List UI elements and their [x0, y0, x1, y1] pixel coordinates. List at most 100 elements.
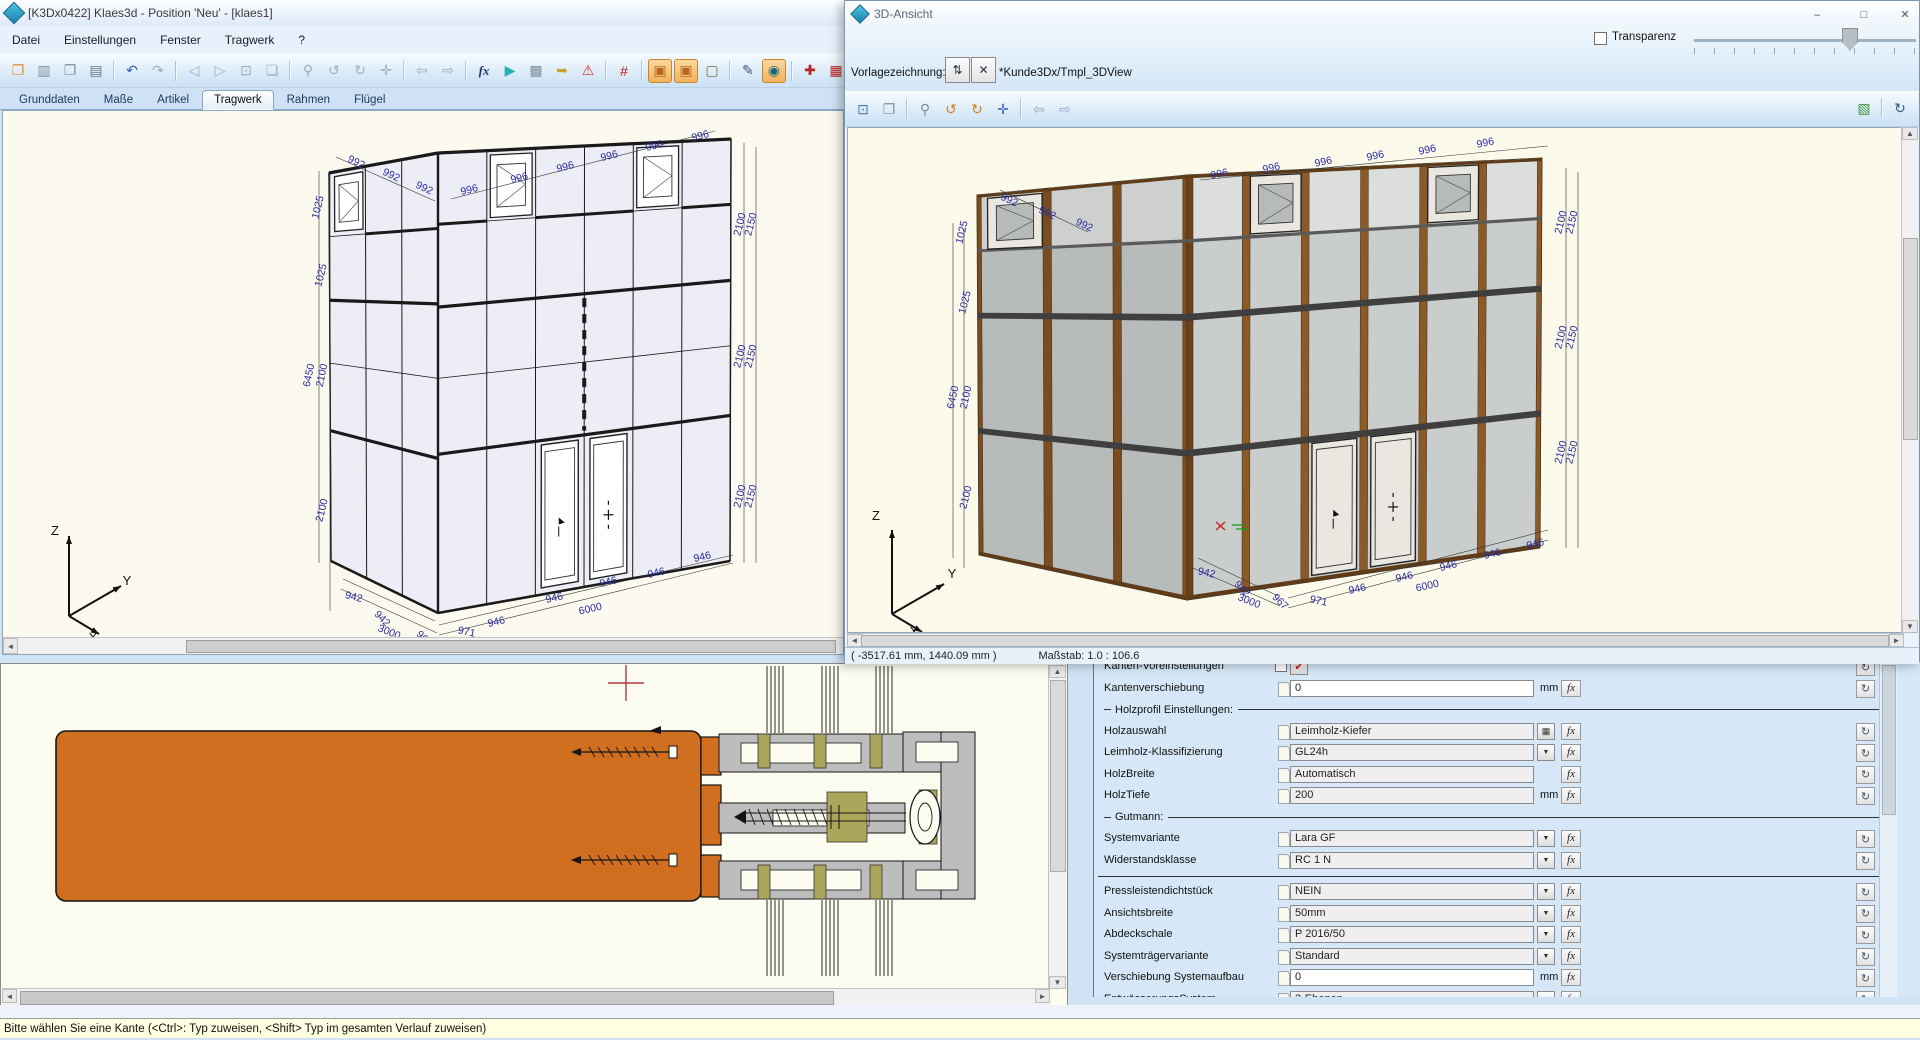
leimholz-klassifizierung-refresh-button[interactable]: ↻: [1856, 744, 1875, 762]
3d-render-canvas[interactable]: 9929929929969969969969969961025102564502…: [847, 127, 1904, 633]
3d-hscrollbar-thumb[interactable]: [861, 635, 1889, 647]
back-icon[interactable]: ⇦: [410, 59, 434, 83]
detail-vscrollbar-thumb[interactable]: [1050, 680, 1066, 872]
tab-fl-gel[interactable]: Flügel: [343, 91, 396, 109]
kanten-voreinstellungen-checkbox[interactable]: [1275, 663, 1287, 672]
holzbreite-refresh-button[interactable]: ↻: [1856, 766, 1875, 784]
scroll-left-icon[interactable]: ◄: [3, 638, 18, 654]
transparency-slider[interactable]: [1694, 39, 1916, 43]
pressleistendichtst-ck-fx-button[interactable]: fx: [1561, 883, 1581, 900]
3d-vertical-scrollbar[interactable]: ▲ ▼: [1901, 127, 1918, 633]
tab-grunddaten[interactable]: Grunddaten: [8, 91, 91, 109]
menu-einstellungen[interactable]: Einstellungen: [52, 30, 148, 50]
export-image-icon[interactable]: ▧: [1852, 96, 1876, 120]
warning-icon[interactable]: ⚠: [576, 59, 600, 83]
abdeckschale-refresh-button[interactable]: ↻: [1856, 926, 1875, 944]
leimholz-klassifizierung-dropdown-button[interactable]: ▼: [1537, 744, 1555, 761]
abdeckschale-fx-button[interactable]: fx: [1561, 926, 1581, 943]
kantenverschiebung-fx-button[interactable]: fx: [1561, 680, 1581, 697]
minimize-button[interactable]: –: [1803, 6, 1831, 23]
leimholz-klassifizierung-field[interactable]: GL24h: [1290, 744, 1534, 761]
menu-[interactable]: ?: [286, 30, 317, 50]
holztiefe-refresh-button[interactable]: ↻: [1856, 787, 1875, 805]
systemtr-gervariante-refresh-button[interactable]: ↻: [1856, 948, 1875, 966]
holzbreite-fx-button[interactable]: fx: [1561, 766, 1581, 783]
ansichtsbreite-refresh-button[interactable]: ↻: [1856, 905, 1875, 923]
rotate-left-icon[interactable]: ↺: [322, 59, 346, 83]
3d-vscrollbar-thumb[interactable]: [1903, 238, 1918, 440]
systemtr-gervariante-dropdown-button[interactable]: ▼: [1537, 948, 1555, 965]
forward-icon[interactable]: ⇨: [1053, 97, 1077, 121]
save-icon[interactable]: ▥: [32, 59, 56, 83]
entw-sserungssystem-field[interactable]: 3-Ebenen: [1290, 991, 1534, 998]
tab-artikel[interactable]: Artikel: [146, 91, 200, 109]
detail-horizontal-scrollbar[interactable]: ◄ ►: [2, 988, 1050, 1006]
template-pick-button[interactable]: ⇅: [945, 57, 970, 83]
refresh-view-icon[interactable]: ↻: [1888, 96, 1912, 120]
formula-icon[interactable]: fx: [472, 59, 496, 83]
verschiebung-systemaufbau-field[interactable]: 0: [1290, 969, 1534, 986]
leimholz-klassifizierung-fx-button[interactable]: fx: [1561, 744, 1581, 761]
ansichtsbreite-dropdown-button[interactable]: ▼: [1537, 905, 1555, 922]
zoom-select-icon[interactable]: ⚲: [296, 59, 320, 83]
pan-icon[interactable]: ✛: [991, 97, 1015, 121]
pressleistendichtst-ck-field[interactable]: NEIN: [1290, 883, 1534, 900]
kantenverschiebung-field[interactable]: 0: [1290, 680, 1534, 697]
ansichtsbreite-fx-button[interactable]: fx: [1561, 905, 1581, 922]
scroll-up-icon[interactable]: ▲: [1049, 665, 1066, 678]
scroll-down-icon[interactable]: ▼: [1902, 620, 1918, 633]
ansichtsbreite-field[interactable]: 50mm: [1290, 905, 1534, 922]
detail-vertical-scrollbar[interactable]: ▲ ▼: [1048, 665, 1066, 989]
rotate-ccw-icon[interactable]: ↺: [939, 97, 963, 121]
truss-cross-icon[interactable]: ✚: [798, 59, 822, 83]
template-clear-button[interactable]: ✕: [971, 57, 996, 83]
grid-edit-icon[interactable]: #: [612, 59, 636, 83]
doc-export-icon[interactable]: ➥: [550, 59, 574, 83]
undo-icon[interactable]: ↶: [120, 59, 144, 83]
open-icon[interactable]: ❒: [6, 59, 30, 83]
holzauswahl-field[interactable]: Leimholz-Kiefer: [1290, 723, 1534, 740]
fit-view-icon[interactable]: ⊡: [234, 59, 258, 83]
entw-sserungssystem-dropdown-button[interactable]: ▼: [1537, 991, 1555, 998]
widerstandsklasse-fx-button[interactable]: fx: [1561, 852, 1581, 869]
frame-plain-icon[interactable]: ▢: [700, 59, 724, 83]
3d-horizontal-scrollbar[interactable]: ◄ ►: [847, 633, 1904, 648]
systemvariante-fx-button[interactable]: fx: [1561, 830, 1581, 847]
widerstandsklasse-field[interactable]: RC 1 N: [1290, 852, 1534, 869]
transparency-checkbox[interactable]: [1594, 32, 1607, 45]
abdeckschale-dropdown-button[interactable]: ▼: [1537, 926, 1555, 943]
widerstandsklasse-refresh-button[interactable]: ↻: [1856, 852, 1875, 870]
rotate-right-icon[interactable]: ↻: [348, 59, 372, 83]
scroll-left-icon[interactable]: ◄: [847, 634, 862, 647]
frame-corners-icon[interactable]: ▣: [674, 59, 698, 83]
menu-datei[interactable]: Datei: [0, 30, 52, 50]
pressleistendichtst-ck-dropdown-button[interactable]: ▼: [1537, 883, 1555, 900]
2d-horizontal-scrollbar[interactable]: ◄: [3, 637, 843, 654]
systemtr-gervariante-fx-button[interactable]: fx: [1561, 948, 1581, 965]
systemvariante-field[interactable]: Lara GF: [1290, 830, 1534, 847]
verschiebung-systemaufbau-refresh-button[interactable]: ↻: [1856, 969, 1875, 987]
edit-note-icon[interactable]: ✎: [736, 59, 760, 83]
holztiefe-field[interactable]: 200: [1290, 787, 1534, 804]
run-icon[interactable]: ▶: [498, 59, 522, 83]
scroll-down-icon[interactable]: ▼: [1049, 976, 1066, 989]
verschiebung-systemaufbau-fx-button[interactable]: fx: [1561, 969, 1581, 986]
copy-icon[interactable]: ❐: [58, 59, 82, 83]
page-prev-icon[interactable]: ◁: [182, 59, 206, 83]
tab-rahmen[interactable]: Rahmen: [276, 91, 341, 109]
zoom-select-icon[interactable]: ⚲: [913, 97, 937, 121]
scroll-up-icon[interactable]: ▲: [1902, 127, 1918, 140]
tab-tragwerk[interactable]: Tragwerk: [202, 90, 274, 110]
back-icon[interactable]: ⇦: [1027, 97, 1051, 121]
layers-icon[interactable]: ▩: [524, 59, 548, 83]
holzauswahl-picker-button[interactable]: ▦: [1537, 723, 1555, 740]
detail-hscrollbar-thumb[interactable]: [20, 991, 834, 1005]
widerstandsklasse-dropdown-button[interactable]: ▼: [1537, 852, 1555, 869]
pressleistendichtst-ck-refresh-button[interactable]: ↻: [1856, 883, 1875, 901]
holzbreite-field[interactable]: Automatisch: [1290, 766, 1534, 783]
menu-fenster[interactable]: Fenster: [148, 30, 213, 50]
scroll-right-icon[interactable]: ►: [1035, 989, 1050, 1003]
holzauswahl-refresh-button[interactable]: ↻: [1856, 723, 1875, 741]
frame-filled-icon[interactable]: ▣: [648, 59, 672, 83]
redo-icon[interactable]: ↷: [146, 59, 170, 83]
